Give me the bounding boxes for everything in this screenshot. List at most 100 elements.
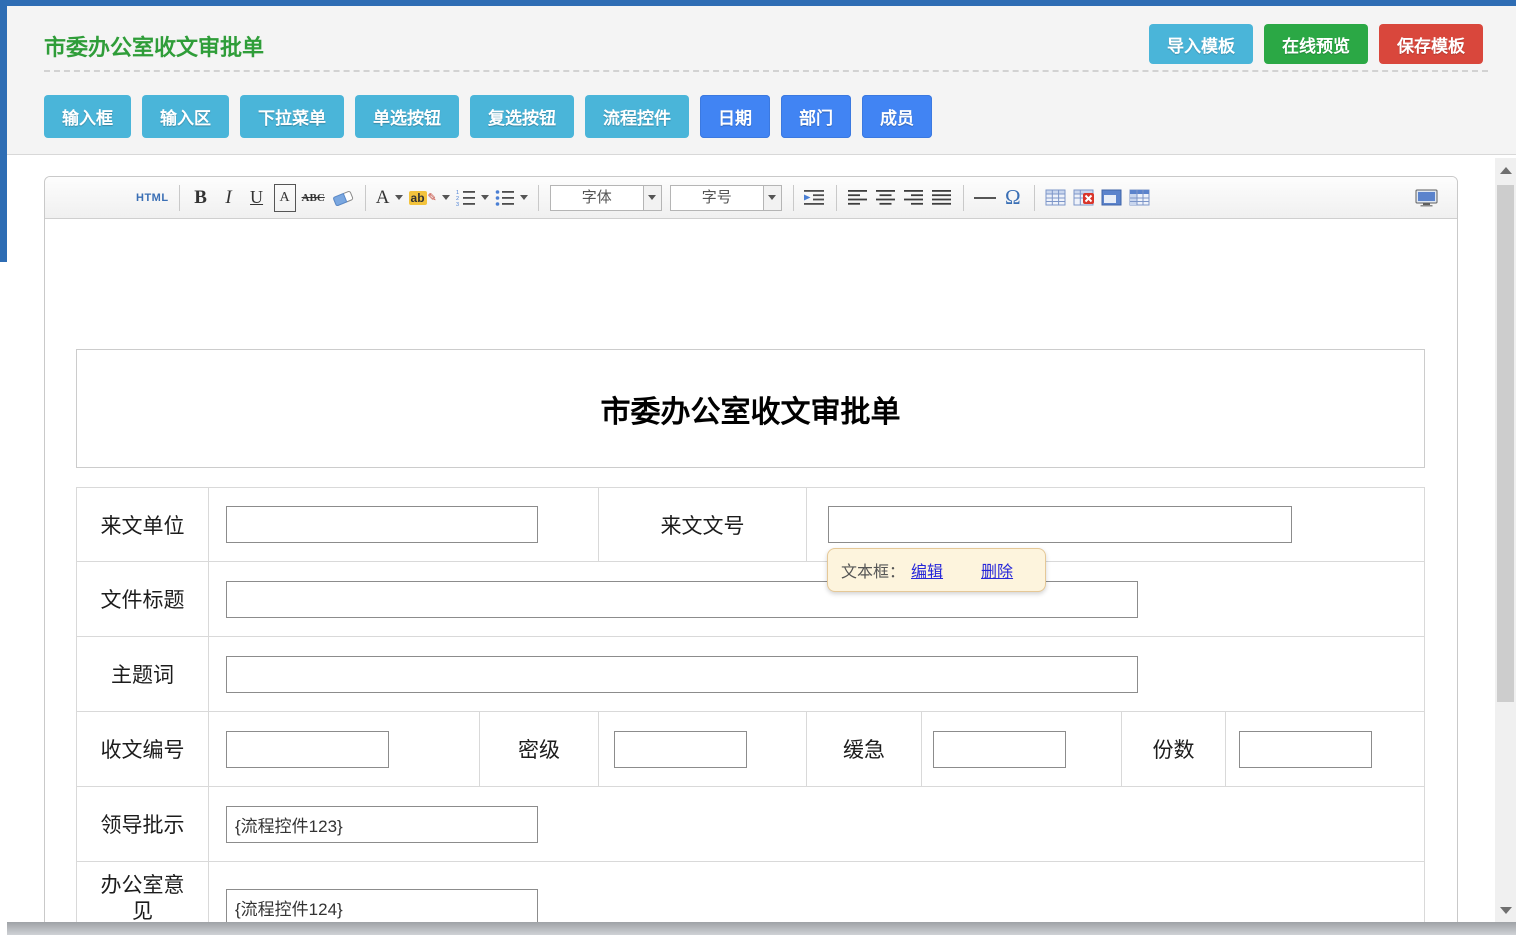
header-actions: 导入模板 在线预览 保存模板 bbox=[1149, 24, 1483, 64]
insert-member-button[interactable]: 成员 bbox=[862, 95, 932, 138]
eraser-button[interactable] bbox=[331, 184, 355, 212]
font-size-value: 字号 bbox=[671, 186, 763, 210]
delete-table-icon bbox=[1073, 189, 1094, 206]
source-unit-input[interactable] bbox=[226, 506, 538, 543]
font-size-select[interactable]: 字号 bbox=[670, 185, 782, 211]
align-center-icon bbox=[876, 190, 895, 205]
label-security-level: 密级 bbox=[480, 712, 599, 786]
align-left-button[interactable] bbox=[847, 184, 869, 212]
header-panel: 市委办公室收文审批单 导入模板 在线预览 保存模板 输入框 输入区 下拉菜单 单… bbox=[7, 6, 1516, 155]
align-justify-icon bbox=[932, 190, 951, 205]
table-icon bbox=[1045, 189, 1066, 206]
strikethrough-button[interactable]: ABC bbox=[302, 184, 325, 212]
ordered-list-button[interactable]: 1 2 3 bbox=[456, 184, 489, 212]
table-properties-button[interactable] bbox=[1101, 184, 1123, 212]
unordered-list-icon bbox=[495, 189, 515, 206]
align-justify-button[interactable] bbox=[931, 184, 953, 212]
font-size-dropdown-button[interactable] bbox=[763, 186, 781, 210]
edit-field-link[interactable]: 编辑 bbox=[911, 558, 943, 582]
table-row: 来文单位 来文文号 bbox=[77, 488, 1424, 562]
editor-toolbar: HTML B I U A ABC A ab ✎ 1 bbox=[45, 177, 1457, 219]
toolbar-separator bbox=[836, 185, 837, 211]
delete-field-link[interactable]: 删除 bbox=[981, 558, 1013, 582]
underline-button[interactable]: U bbox=[246, 184, 268, 212]
insert-table-button[interactable] bbox=[1045, 184, 1067, 212]
save-template-button[interactable]: 保存模板 bbox=[1379, 24, 1483, 64]
align-right-button[interactable] bbox=[903, 184, 925, 212]
font-family-select[interactable]: 字体 bbox=[550, 185, 662, 211]
office-opinion-input[interactable] bbox=[226, 889, 538, 926]
table-row: 主题词 bbox=[77, 637, 1424, 712]
page-title: 市委办公室收文审批单 bbox=[44, 30, 264, 62]
label-copies: 份数 bbox=[1122, 712, 1226, 786]
unordered-list-button[interactable] bbox=[495, 184, 528, 212]
subject-words-input[interactable] bbox=[226, 656, 1138, 693]
form-title: 市委办公室收文审批单 bbox=[601, 387, 901, 431]
html-source-button[interactable]: HTML bbox=[136, 184, 169, 212]
field-action-tooltip: 文本框： 编辑 删除 bbox=[827, 548, 1046, 592]
arrow-down-icon bbox=[1500, 907, 1512, 914]
delete-table-button[interactable] bbox=[1073, 184, 1095, 212]
chevron-down-icon bbox=[768, 195, 776, 200]
cell-leader-instructions bbox=[209, 787, 1424, 861]
scroll-down-button[interactable] bbox=[1495, 901, 1516, 919]
insert-department-button[interactable]: 部门 bbox=[781, 95, 851, 138]
receipt-number-input[interactable] bbox=[226, 731, 389, 768]
vertical-scrollbar[interactable] bbox=[1495, 158, 1516, 922]
dashed-divider bbox=[44, 70, 1488, 72]
cell-properties-icon bbox=[1129, 189, 1150, 206]
special-character-button[interactable]: Ω bbox=[1002, 184, 1024, 212]
insert-checkbox-button[interactable]: 复选按钮 bbox=[470, 95, 574, 138]
chevron-down-icon bbox=[395, 195, 403, 200]
table-row: 收文编号 密级 缓急 份数 bbox=[77, 712, 1424, 787]
insert-textarea-button[interactable]: 输入区 bbox=[142, 95, 229, 138]
document-number-input[interactable] bbox=[828, 506, 1292, 543]
font-frame-button[interactable]: A bbox=[274, 184, 296, 212]
insert-dropdown-button[interactable]: 下拉菜单 bbox=[240, 95, 344, 138]
cell-properties-button[interactable] bbox=[1129, 184, 1151, 212]
browser-top-edge bbox=[0, 0, 1516, 6]
cell-document-title bbox=[209, 562, 1424, 636]
label-urgency: 缓急 bbox=[807, 712, 922, 786]
bold-button[interactable]: B bbox=[190, 184, 212, 212]
cell-subject-words bbox=[209, 637, 1424, 711]
form-table: 来文单位 来文文号 文件标题 主题词 bbox=[76, 487, 1425, 935]
cell-source-unit bbox=[209, 488, 599, 561]
align-left-icon bbox=[848, 190, 867, 205]
svg-text:3: 3 bbox=[456, 202, 459, 206]
indent-button[interactable] bbox=[804, 184, 826, 212]
text-color-glyph: A bbox=[376, 187, 390, 209]
urgency-input[interactable] bbox=[933, 731, 1066, 768]
toolbar-separator bbox=[538, 185, 539, 211]
security-level-input[interactable] bbox=[614, 731, 747, 768]
insert-date-button[interactable]: 日期 bbox=[700, 95, 770, 138]
label-source-unit: 来文单位 bbox=[77, 488, 209, 561]
insert-input-box-button[interactable]: 输入框 bbox=[44, 95, 131, 138]
copies-input[interactable] bbox=[1239, 731, 1372, 768]
italic-button[interactable]: I bbox=[218, 184, 240, 212]
scrollbar-thumb[interactable] bbox=[1497, 185, 1514, 702]
monitor-icon bbox=[1415, 189, 1438, 207]
import-template-button[interactable]: 导入模板 bbox=[1149, 24, 1253, 64]
online-preview-button[interactable]: 在线预览 bbox=[1264, 24, 1368, 64]
horizontal-rule-icon bbox=[974, 197, 996, 199]
insert-flow-control-button[interactable]: 流程控件 bbox=[585, 95, 689, 138]
scroll-up-button[interactable] bbox=[1495, 161, 1516, 179]
horizontal-rule-button[interactable] bbox=[974, 184, 996, 212]
pencil-icon: ✎ bbox=[428, 191, 437, 204]
fullscreen-button[interactable] bbox=[1415, 184, 1438, 212]
leader-instructions-input[interactable] bbox=[226, 806, 538, 843]
editor-canvas[interactable]: 市委办公室收文审批单 来文单位 来文文号 文件标题 bbox=[45, 219, 1457, 890]
chevron-down-icon bbox=[442, 195, 450, 200]
label-leader-instructions: 领导批示 bbox=[77, 787, 209, 861]
table-properties-icon bbox=[1101, 189, 1122, 206]
highlight-color-button[interactable]: ab ✎ bbox=[409, 184, 450, 212]
label-document-number: 来文文号 bbox=[599, 488, 807, 561]
cell-urgency bbox=[922, 712, 1122, 786]
align-center-button[interactable] bbox=[875, 184, 897, 212]
cell-security-level bbox=[599, 712, 807, 786]
insert-radio-button[interactable]: 单选按钮 bbox=[355, 95, 459, 138]
font-family-dropdown-button[interactable] bbox=[643, 186, 661, 210]
text-color-button[interactable]: A bbox=[376, 184, 403, 212]
table-row: 文件标题 bbox=[77, 562, 1424, 637]
